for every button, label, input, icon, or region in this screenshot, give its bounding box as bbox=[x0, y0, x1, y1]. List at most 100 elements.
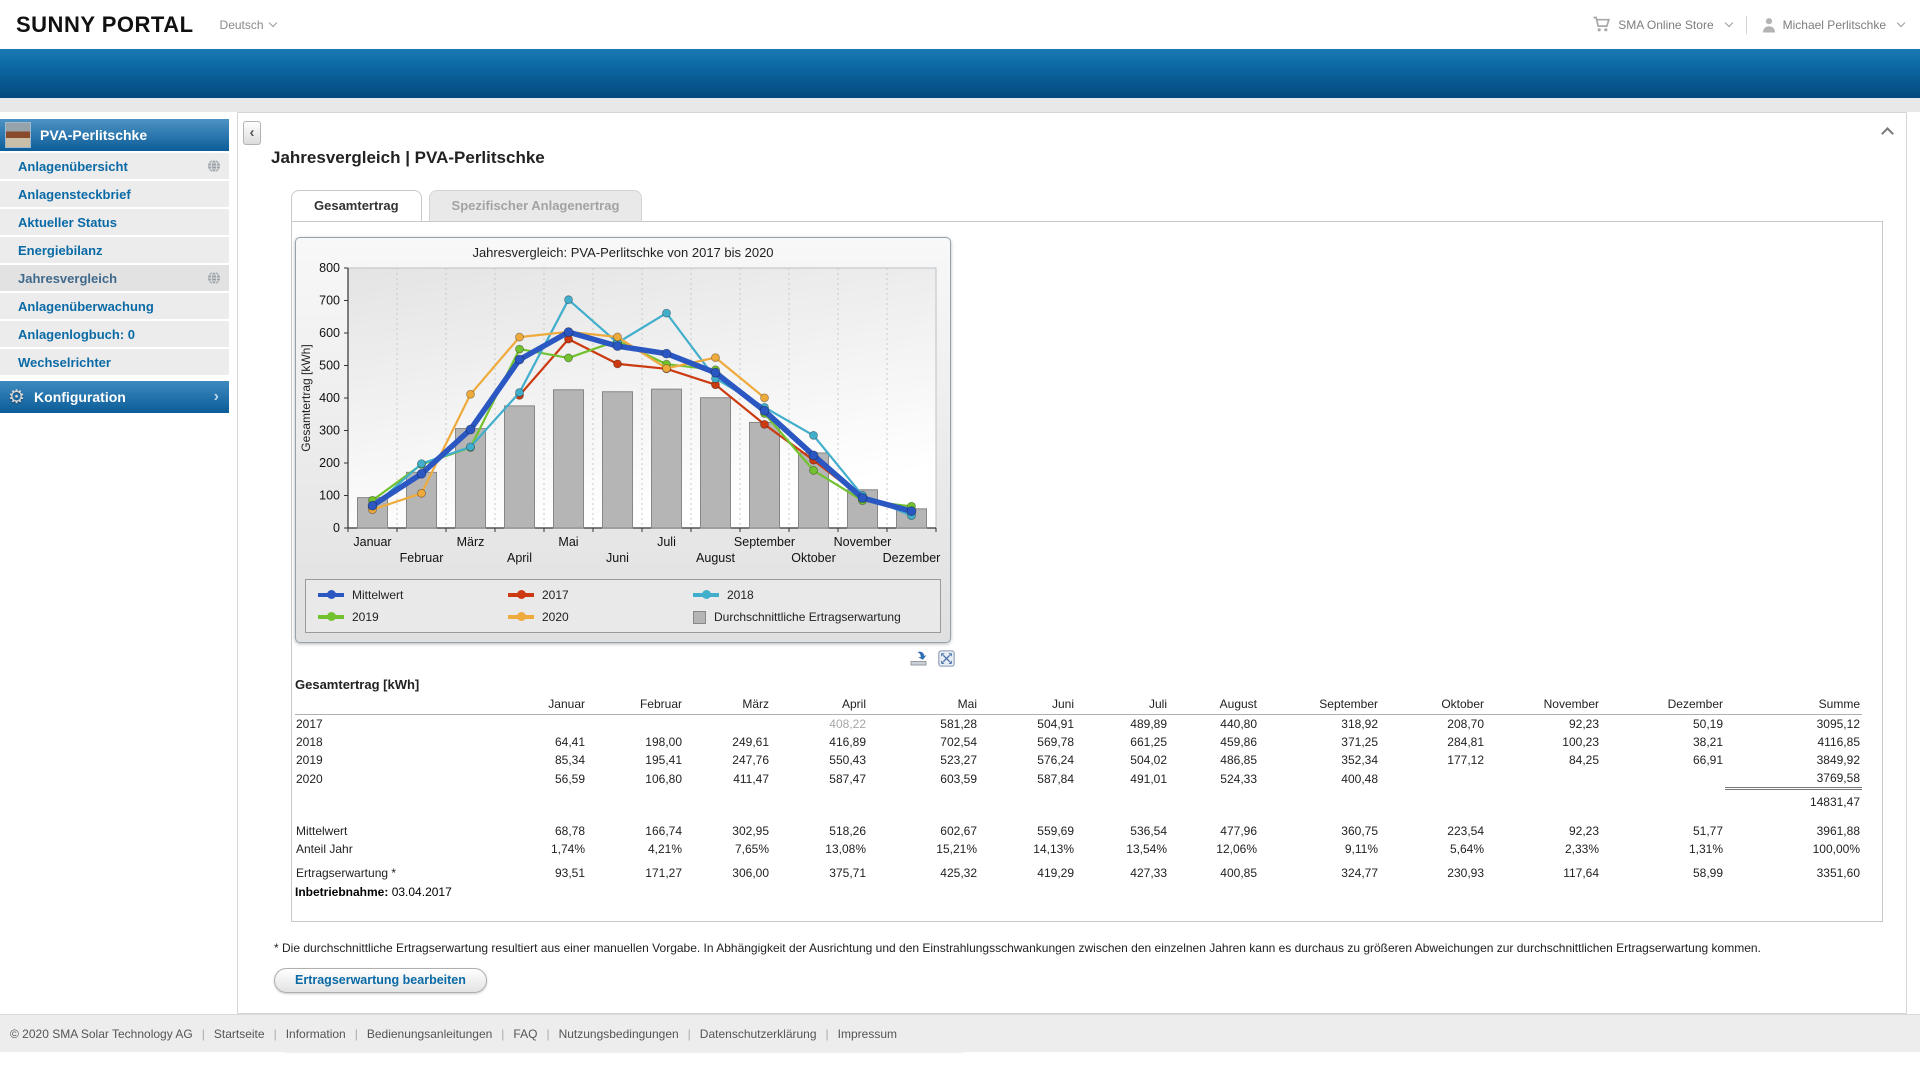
column-header: Summe bbox=[1725, 694, 1862, 715]
footer-link-information[interactable]: Information bbox=[286, 1027, 346, 1041]
sidebar-item-energiebilanz[interactable]: Energiebilanz bbox=[0, 237, 229, 263]
table-title: Gesamtertrag [kWh] bbox=[295, 677, 1882, 692]
column-header: Juni bbox=[979, 694, 1076, 715]
table-row: 201985,34195,41247,76550,43523,27576,245… bbox=[295, 751, 1862, 769]
main-panel: ‹ Jahresvergleich | PVA-Perlitschke Gesa… bbox=[237, 112, 1907, 1014]
footer-link-nutzungsbedingungen[interactable]: Nutzungsbedingungen bbox=[559, 1027, 679, 1041]
legend-item: 2020 bbox=[508, 610, 693, 624]
user-name-label: Michael Perlitschke bbox=[1783, 18, 1886, 32]
konfiguration-label: Konfiguration bbox=[34, 389, 214, 405]
commissioning-date: Inbetriebnahme: 03.04.2017 bbox=[295, 885, 1882, 899]
svg-text:500: 500 bbox=[319, 359, 340, 373]
sidebar-item-label: Anlagenlogbuch: 0 bbox=[18, 322, 221, 347]
tab-bar: Gesamtertrag Spezifischer Anlagenertrag bbox=[291, 190, 1906, 221]
tab-gesamtertrag[interactable]: Gesamtertrag bbox=[291, 190, 422, 221]
footer-link-bedienungsanleitungen[interactable]: Bedienungsanleitungen bbox=[367, 1027, 492, 1041]
svg-text:Oktober: Oktober bbox=[791, 551, 835, 565]
legend-item: Durchschnittliche Ertragserwartung bbox=[693, 610, 928, 624]
sidebar-item-label: Wechselrichter bbox=[18, 350, 221, 375]
plant-header[interactable]: PVA-Perlitschke bbox=[0, 119, 229, 151]
user-menu[interactable]: Michael Perlitschke bbox=[1761, 17, 1904, 33]
sidebar-item-wechselrichter[interactable]: Wechselrichter bbox=[0, 349, 229, 375]
column-header: März bbox=[684, 694, 771, 715]
export-chart-icon[interactable] bbox=[909, 650, 928, 667]
svg-text:Dezember: Dezember bbox=[883, 551, 941, 565]
svg-text:400: 400 bbox=[319, 391, 340, 405]
language-selector[interactable]: Deutsch bbox=[220, 18, 276, 32]
column-header: November bbox=[1486, 694, 1601, 715]
year-comparison-chart: 0100200300400500600700800Gesamtertrag [k… bbox=[296, 260, 950, 577]
legend-line-swatch bbox=[693, 593, 719, 597]
sidebar-item-label: Anlagenüberwachung bbox=[18, 294, 221, 319]
chevron-right-icon: › bbox=[214, 388, 219, 406]
table-row: Mittelwert68,78166,74302,95518,26602,675… bbox=[295, 822, 1862, 840]
sidebar-item-label: Aktueller Status bbox=[18, 210, 221, 235]
table-row: 202056,59106,80411,47587,47603,59587,844… bbox=[295, 769, 1862, 789]
table-row: 2017408,22581,28504,91489,89440,80318,92… bbox=[295, 715, 1862, 734]
plant-name: PVA-Perlitschke bbox=[40, 127, 147, 143]
fullscreen-icon[interactable] bbox=[938, 650, 955, 667]
footer-link-datenschutzerklärung[interactable]: Datenschutzerklärung bbox=[700, 1027, 817, 1041]
language-label: Deutsch bbox=[220, 18, 264, 32]
plant-thumbnail bbox=[5, 122, 31, 148]
online-store-menu[interactable]: SMA Online Store bbox=[1592, 16, 1731, 33]
legend-item: 2019 bbox=[318, 610, 508, 624]
chevron-down-icon bbox=[1897, 19, 1905, 27]
svg-text:600: 600 bbox=[319, 326, 340, 340]
footer-link-faq[interactable]: FAQ bbox=[513, 1027, 537, 1041]
content-top-strip bbox=[0, 98, 1920, 112]
column-header: Dezember bbox=[1601, 694, 1725, 715]
user-icon bbox=[1761, 17, 1777, 33]
header-divider bbox=[1746, 16, 1747, 34]
svg-text:300: 300 bbox=[319, 424, 340, 438]
page-title: Jahresvergleich | PVA-Perlitschke bbox=[271, 148, 1906, 168]
sidebar-item-label: Anlagensteckbrief bbox=[18, 182, 221, 207]
legend-box-swatch bbox=[693, 611, 706, 624]
column-header: Februar bbox=[587, 694, 684, 715]
edit-expectation-button[interactable]: Ertragserwartung bearbeiten bbox=[274, 968, 487, 993]
table-row: Ertragserwartung *93,51171,27306,00375,7… bbox=[295, 864, 1862, 882]
svg-text:Juli: Juli bbox=[657, 535, 676, 549]
column-header: April bbox=[771, 694, 868, 715]
sidebar-item-jahresvergleich[interactable]: Jahresvergleich bbox=[0, 265, 229, 291]
legend-line-swatch bbox=[318, 615, 344, 619]
svg-text:0: 0 bbox=[333, 521, 340, 535]
sidebar-item-anlagenlogbuch-0[interactable]: Anlagenlogbuch: 0 bbox=[0, 321, 229, 347]
footer-link-impressum[interactable]: Impressum bbox=[838, 1027, 897, 1041]
sidebar: PVA-Perlitschke Anlagenübersicht Anlagens… bbox=[0, 119, 229, 413]
globe-icon bbox=[207, 271, 221, 285]
chart-title: Jahresvergleich: PVA-Perlitschke von 201… bbox=[296, 238, 950, 260]
svg-text:Gesamtertrag [kWh]: Gesamtertrag [kWh] bbox=[299, 344, 313, 451]
sidebar-item-anlagensteckbrief[interactable]: Anlagensteckbrief bbox=[0, 181, 229, 207]
svg-text:700: 700 bbox=[319, 294, 340, 308]
svg-text:200: 200 bbox=[319, 456, 340, 470]
year-comparison-chart-panel: Jahresvergleich: PVA-Perlitschke von 201… bbox=[295, 237, 951, 643]
footer-link-startseite[interactable]: Startseite bbox=[214, 1027, 265, 1041]
legend-item: 2018 bbox=[693, 588, 928, 602]
table-row: Anteil Jahr1,74%4,21%7,65%13,08%15,21%14… bbox=[295, 840, 1862, 858]
chart-toolbar bbox=[295, 650, 955, 667]
top-header: SUNNY PORTAL Deutsch SMA Online Store Mi… bbox=[0, 0, 1920, 49]
svg-text:April: April bbox=[507, 551, 532, 565]
sidebar-item-anlagenübersicht[interactable]: Anlagenübersicht bbox=[0, 153, 229, 179]
sunny-portal-logo: SUNNY PORTAL bbox=[16, 12, 194, 38]
globe-icon bbox=[207, 159, 221, 173]
sidebar-item-anlagenüberwachung[interactable]: Anlagenüberwachung bbox=[0, 293, 229, 319]
scroll-top-chevron-icon[interactable] bbox=[1881, 127, 1894, 140]
tab-spezifischer-anlagenertrag[interactable]: Spezifischer Anlagenertrag bbox=[429, 190, 643, 221]
sidebar-item-aktueller-status[interactable]: Aktueller Status bbox=[0, 209, 229, 235]
online-store-label: SMA Online Store bbox=[1618, 18, 1713, 32]
sidebar-collapse-button[interactable]: ‹ bbox=[243, 121, 261, 145]
legend-line-swatch bbox=[318, 593, 344, 597]
svg-text:November: November bbox=[834, 535, 892, 549]
legend-item: Mittelwert bbox=[318, 588, 508, 602]
svg-text:März: März bbox=[457, 535, 485, 549]
main-nav-bar bbox=[0, 49, 1920, 98]
sidebar-item-konfiguration[interactable]: ⚙ Konfiguration › bbox=[0, 381, 229, 413]
svg-text:800: 800 bbox=[319, 261, 340, 275]
column-header: Mai bbox=[868, 694, 979, 715]
column-header: Januar bbox=[485, 694, 587, 715]
gear-icon: ⚙ bbox=[8, 386, 25, 408]
column-header: Juli bbox=[1076, 694, 1169, 715]
expectation-footnote: * Die durchschnittliche Ertragserwartung… bbox=[274, 941, 1906, 955]
